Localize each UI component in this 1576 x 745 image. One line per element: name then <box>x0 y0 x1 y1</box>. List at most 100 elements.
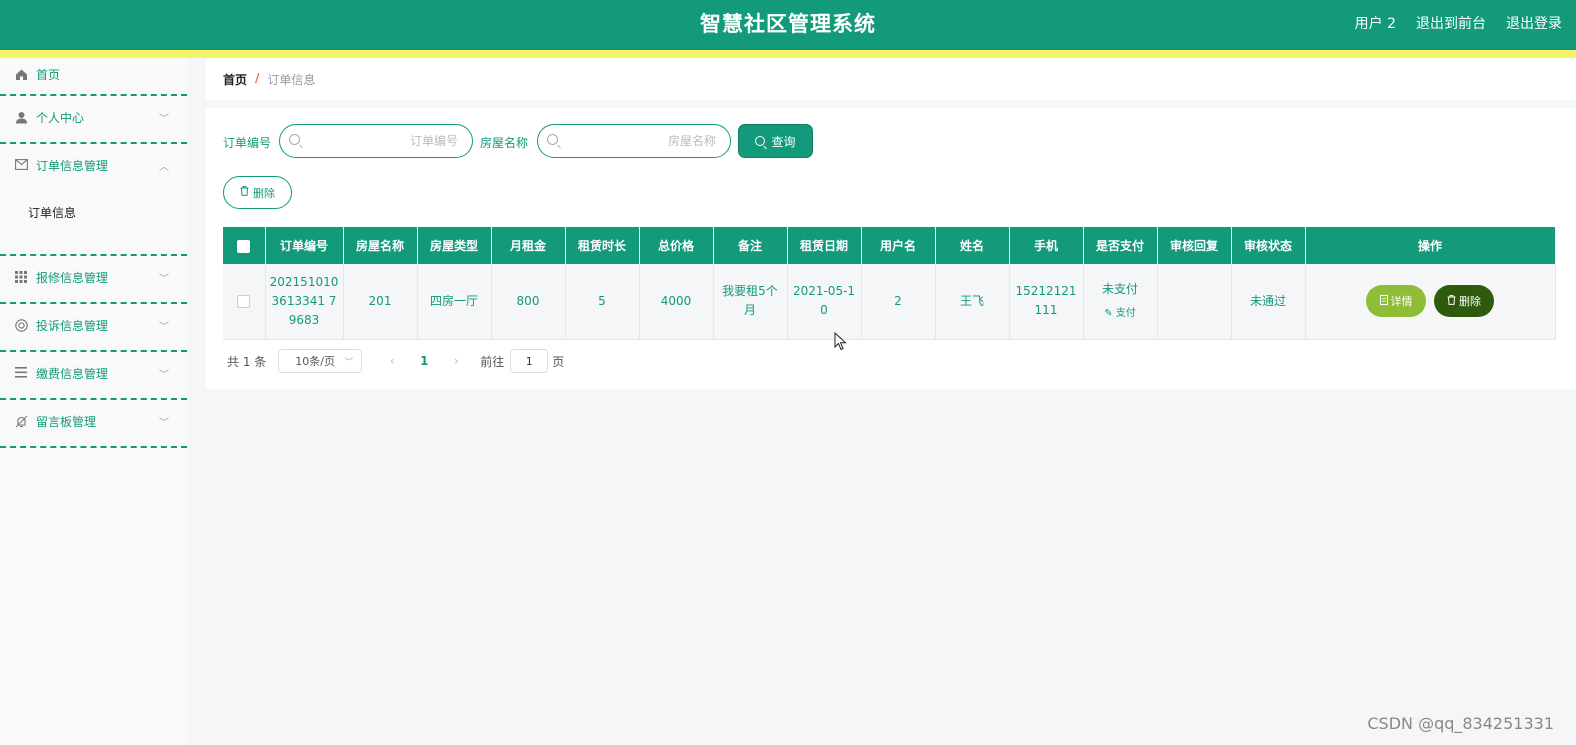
user-name-link[interactable]: 用户 2 <box>1355 13 1396 33</box>
table-header-row: 订单编号 房屋名称 房屋类型 月租金 租赁时长 总价格 备注 租赁日期 用户名 … <box>223 227 1556 264</box>
column-header: 订单编号 <box>265 227 344 264</box>
pay-link-label: 支付 <box>1115 307 1136 319</box>
house-name-input[interactable] <box>566 125 716 157</box>
lifebuoy-icon <box>14 318 28 333</box>
sidebar-item-label: 缴费信息管理 <box>36 367 109 381</box>
page-number[interactable]: 1 <box>402 354 446 368</box>
document-icon <box>1379 292 1388 311</box>
sidebar-item-repair-management[interactable]: 报修信息管理 ﹀ <box>0 256 187 304</box>
cell-rent: 800 <box>491 264 566 340</box>
breadcrumb-home[interactable]: 首页 <box>223 71 247 88</box>
select-all-cell[interactable] <box>223 227 266 264</box>
mouse-cursor-icon <box>834 332 847 351</box>
cell-name: 王飞 <box>935 264 1010 340</box>
cell-house-type: 四房一厅 <box>417 264 492 340</box>
grid-icon <box>14 270 28 285</box>
submenu-item-order-info[interactable]: 订单信息 <box>28 204 76 221</box>
sidebar-item-label: 首页 <box>36 68 61 82</box>
sidebar-item-order-management[interactable]: 订单信息管理 ︿ <box>0 144 187 256</box>
sidebar-item-message-board[interactable]: 留言板管理 ﹀ <box>0 400 187 448</box>
sidebar-item-home[interactable]: 首页 <box>0 58 187 96</box>
order-table: 订单编号 房屋名称 房屋类型 月租金 租赁时长 总价格 备注 租赁日期 用户名 … <box>223 227 1556 340</box>
list-icon <box>14 366 28 381</box>
sidebar-item-payment-management[interactable]: 缴费信息管理 ﹀ <box>0 352 187 400</box>
prev-page-button[interactable]: ‹ <box>382 354 402 368</box>
exit-to-front-link[interactable]: 退出到前台 <box>1416 13 1486 33</box>
goto-suffix: 页 <box>552 354 565 369</box>
watermark: CSDN @qq_834251331 <box>1367 714 1554 733</box>
column-header: 姓名 <box>935 227 1010 264</box>
paid-status: 未支付 <box>1101 281 1138 296</box>
page-size-select[interactable]: 10条/页 ﹀ <box>278 349 363 373</box>
app-title: 智慧社区管理系统 <box>700 12 876 36</box>
row-delete-button[interactable]: 删除 <box>1434 285 1494 318</box>
column-header: 审核回复 <box>1157 227 1232 264</box>
chevron-down-icon: ﹀ <box>159 274 169 285</box>
column-header: 房屋名称 <box>343 227 418 264</box>
chevron-down-icon: ﹀ <box>159 418 169 429</box>
sidebar-item-personal-center[interactable]: 个人中心 ﹀ <box>0 96 187 144</box>
cell-phone: 15212121111 <box>1009 264 1084 340</box>
sidebar-item-label: 投诉信息管理 <box>36 319 109 333</box>
batch-delete-label: 删除 <box>253 186 275 200</box>
chevron-down-icon: ﹀ <box>159 322 169 333</box>
cell-remark: 我要租5个月 <box>713 264 788 340</box>
table-row: 2021510103613341 79683 201 四房一厅 800 5 40… <box>223 264 1556 340</box>
cell-duration: 5 <box>565 264 640 340</box>
trash-icon <box>1447 292 1456 311</box>
select-all-checkbox[interactable] <box>237 239 251 253</box>
chevron-up-icon: ︿ <box>159 162 169 173</box>
house-name-search-field[interactable] <box>537 124 731 158</box>
next-page-button[interactable]: › <box>446 354 466 368</box>
cell-status: 未通过 <box>1231 264 1306 340</box>
column-header: 租赁日期 <box>787 227 862 264</box>
cell-date: 2021-05-10 <box>787 264 862 340</box>
house-name-label: 房屋名称 <box>480 136 529 150</box>
row-checkbox[interactable] <box>237 294 251 308</box>
cell-house-name: 201 <box>343 264 418 340</box>
row-select-cell[interactable] <box>223 264 266 340</box>
chevron-down-icon: ﹀ <box>159 370 169 381</box>
pagination: 共 1 条 10条/页 ﹀ ‹ 1 › 前往 页 <box>227 349 564 373</box>
bell-off-icon <box>14 415 28 429</box>
detail-button-label: 详情 <box>1390 294 1413 308</box>
order-no-input[interactable] <box>308 125 458 157</box>
search-icon <box>755 136 766 146</box>
goto-page-input[interactable] <box>510 349 549 373</box>
sidebar-item-label: 留言板管理 <box>36 415 97 429</box>
row-actions: 详情 删除 <box>1310 285 1551 318</box>
header-links: 用户 2 退出到前台 退出登录 <box>1355 13 1562 33</box>
cell-total: 4000 <box>639 264 714 340</box>
sidebar: 首页 个人中心 ﹀ 订单信息管理 ︿ 报修信息管理 ﹀ 投诉信息管理 ﹀ 缴费信… <box>0 58 187 745</box>
sidebar-item-label: 报修信息管理 <box>36 271 109 285</box>
column-header: 月租金 <box>491 227 566 264</box>
breadcrumb-bar: 首页 / 订单信息 <box>206 58 1576 100</box>
search-icon <box>547 134 558 145</box>
chevron-down-icon: ﹀ <box>159 114 169 125</box>
sidebar-item-complaint-management[interactable]: 投诉信息管理 ﹀ <box>0 304 187 352</box>
detail-button[interactable]: 详情 <box>1366 285 1426 318</box>
pay-link[interactable]: ✎ 支付 <box>1088 304 1153 323</box>
column-header: 审核状态 <box>1231 227 1306 264</box>
content-panel: 订单编号 房屋名称 查询 删除 订单编号 房屋名称 房屋类型 月租金 租赁时长 <box>206 108 1576 389</box>
column-header: 房屋类型 <box>417 227 492 264</box>
goto-label: 前往 <box>480 354 505 369</box>
column-header: 备注 <box>713 227 788 264</box>
search-icon <box>289 134 300 145</box>
cell-paid: 未支付 ✎ 支付 <box>1083 264 1158 340</box>
sidebar-item-label: 个人中心 <box>36 111 85 125</box>
top-header: 智慧社区管理系统 用户 2 退出到前台 退出登录 <box>0 0 1576 50</box>
column-header: 手机 <box>1009 227 1084 264</box>
logout-link[interactable]: 退出登录 <box>1506 13 1562 33</box>
cell-reply <box>1157 264 1232 340</box>
breadcrumb: 首页 / 订单信息 <box>223 71 315 88</box>
column-header: 操作 <box>1305 227 1556 264</box>
cell-actions: 详情 删除 <box>1305 264 1556 340</box>
batch-delete-button[interactable]: 删除 <box>223 176 292 209</box>
column-header: 用户名 <box>861 227 936 264</box>
order-no-search-field[interactable] <box>279 124 473 158</box>
trash-icon <box>240 186 249 199</box>
row-delete-label: 删除 <box>1459 294 1481 308</box>
order-no-label: 订单编号 <box>223 136 272 150</box>
query-button[interactable]: 查询 <box>738 124 813 158</box>
